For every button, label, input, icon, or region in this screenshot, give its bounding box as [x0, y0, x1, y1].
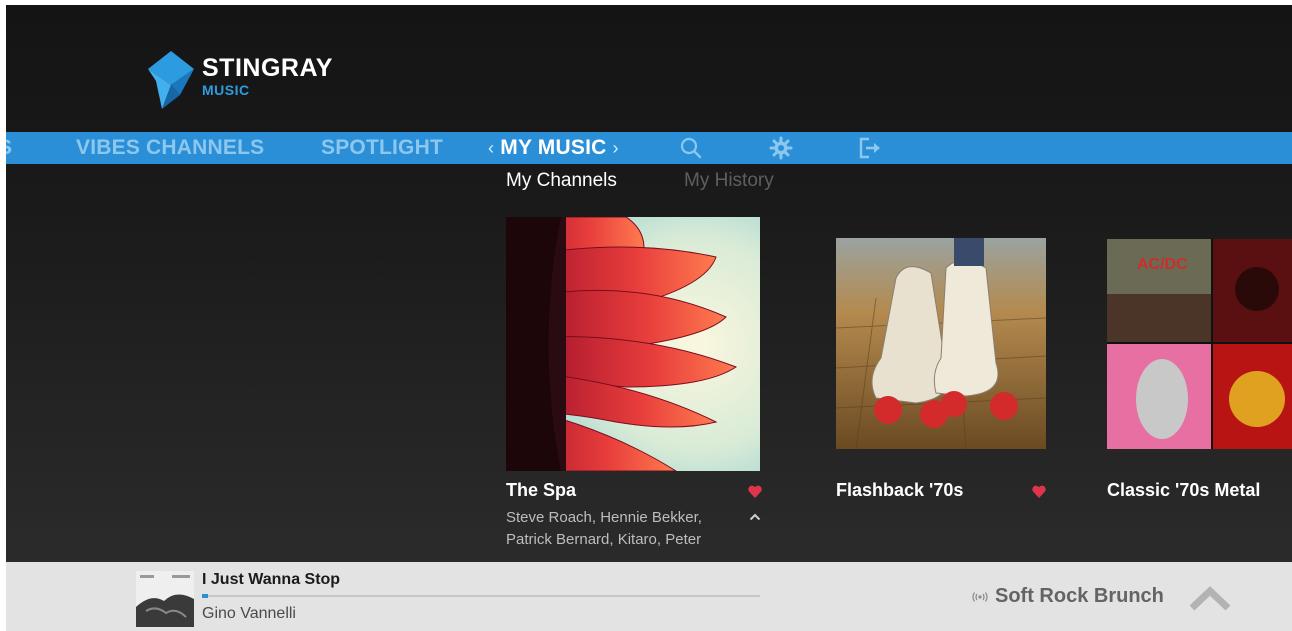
channel-artists-line-2: Patrick Bernard, Kitaro, Peter — [506, 531, 702, 548]
album-art-image — [136, 571, 194, 627]
nav-prev-chevron-icon[interactable]: ‹ — [488, 138, 494, 158]
settings-icon[interactable] — [769, 136, 793, 160]
nav-item-vibes-channels[interactable]: VIBES CHANNELS — [76, 132, 264, 164]
stingray-logo[interactable]: STINGRAY MUSIC — [146, 51, 333, 109]
subtab-my-channels[interactable]: My Channels — [506, 169, 617, 193]
logo-brand-text: STINGRAY — [202, 54, 333, 82]
channel-art-metal-collage-image: AC/DC — [1107, 239, 1292, 449]
channel-art-classic-70s-metal[interactable]: AC/DC — [1107, 239, 1292, 449]
app-window: STINGRAY MUSIC S VIBES CHANNELS SPOTLIGH… — [6, 5, 1292, 631]
channel-title-the-spa[interactable]: The Spa — [506, 479, 576, 501]
subtab-my-history[interactable]: My History — [684, 169, 774, 193]
nav-item-spotlight[interactable]: SPOTLIGHT — [321, 132, 443, 164]
playback-progress-fill — [202, 594, 208, 598]
channel-art-the-spa[interactable] — [506, 217, 760, 471]
now-playing-track-title: I Just Wanna Stop — [202, 571, 341, 588]
nav-next-chevron-icon[interactable]: › — [613, 138, 619, 158]
channel-art-the-spa-image — [506, 217, 760, 471]
nav-item-partial[interactable]: S — [6, 132, 12, 164]
playback-progress-bar[interactable] — [202, 594, 760, 598]
now-playing-artist: Gino Vannelli — [202, 605, 296, 622]
channel-art-flashback-image — [836, 238, 1046, 449]
channel-artists-line-1: Steve Roach, Hennie Bekker, — [506, 509, 702, 526]
nav-item-my-music-label: MY MUSIC — [500, 136, 607, 159]
stingray-logo-icon — [148, 51, 194, 109]
radio-broadcast-icon — [972, 592, 988, 602]
now-playing-bar: I Just Wanna Stop Gino Vannelli Soft Roc… — [6, 562, 1292, 631]
main-nav-bar: S VIBES CHANNELS SPOTLIGHT ‹ MY MUSIC › — [6, 132, 1292, 164]
now-playing-station[interactable]: Soft Rock Brunch — [995, 585, 1164, 608]
channel-artists-the-spa: Steve Roach, Hennie Bekker, Patrick Bern… — [506, 507, 746, 551]
collapse-chevron-icon[interactable] — [749, 513, 761, 521]
favorite-heart-icon[interactable] — [1032, 485, 1046, 498]
now-playing-album-art[interactable] — [136, 571, 194, 627]
search-icon[interactable] — [679, 136, 703, 160]
channel-title-flashback-70s[interactable]: Flashback '70s — [836, 479, 963, 501]
logo-sub-text: MUSIC — [202, 82, 250, 98]
expand-player-icon[interactable] — [1189, 585, 1231, 611]
sign-out-icon[interactable] — [857, 136, 881, 160]
nav-item-my-music[interactable]: ‹ MY MUSIC › — [488, 132, 619, 164]
channel-title-classic-70s-metal[interactable]: Classic '70s Metal — [1107, 479, 1260, 501]
svg-text:AC/DC: AC/DC — [1137, 256, 1188, 273]
favorite-heart-icon[interactable] — [748, 485, 762, 498]
channel-art-flashback-70s[interactable] — [836, 238, 1046, 449]
